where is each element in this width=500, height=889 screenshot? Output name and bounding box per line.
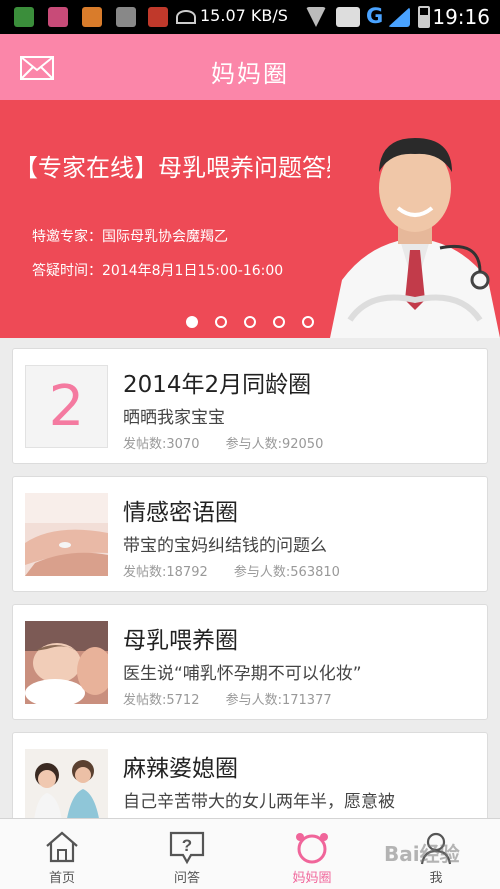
nav-label: 问答 [173,871,200,886]
circle-thumbnail [25,621,108,704]
svg-text:?: ? [182,836,192,855]
member-count: 参与人数:171377 [225,693,332,708]
banner-expert: 特邀专家：国际母乳协会魔羯乙 [32,229,228,245]
home-icon [46,831,78,863]
nav-qa[interactable]: ? 问答 [147,819,227,889]
circle-name: 情感密语圈 [123,500,238,526]
wifi-icon [176,10,196,24]
carousel-dot[interactable] [273,316,285,328]
member-count: 参与人数:563810 [233,565,340,580]
circle-desc: 自己辛苦带大的女儿两年半，愿意被 [123,792,395,812]
circle-thumbnail [25,493,108,576]
banner-title: 【专家在线】母乳喂养问题答疑 [14,154,350,182]
shield-icon [14,7,34,27]
circle-name: 母乳喂养圈 [123,628,238,654]
security-icon [82,7,102,27]
banner-time: 答疑时间：2014年8月1日15:00-16:00 [32,263,284,279]
circle-desc: 医生说“哺乳怀孕期不可以化妆” [123,664,362,684]
circle-name: 2014年2月同龄圈 [123,372,312,398]
circle-icon [296,833,328,864]
status-bar: 15.07 KB/S G 19:16 [0,0,500,34]
doctor-photo [330,130,500,338]
circle-desc: 带宝的宝妈纠结钱的问题么 [123,536,327,556]
question-icon: ? [169,831,205,865]
nav-label: 首页 [48,871,75,886]
circle-name: 麻辣婆媳圈 [123,756,238,782]
carousel-dot[interactable] [215,316,227,328]
carousel-indicator [186,316,314,328]
image-icon [116,7,136,27]
circle-card[interactable]: 情感密语圈 带宝的宝妈纠结钱的问题么 发帖数:18792 参与人数:563810 [12,476,488,592]
app-header: 妈妈圈 [0,34,500,100]
circle-card[interactable]: 母乳喂养圈 医生说“哺乳怀孕期不可以化妆” 发帖数:5712 参与人数:1713… [12,604,488,720]
circle-thumbnail: 2 [25,365,108,448]
nav-label: 我 [429,871,443,886]
watermark: Bai经验 [384,842,460,866]
carousel-dot[interactable] [186,316,198,328]
carousel-dot[interactable] [302,316,314,328]
carousel-dot[interactable] [244,316,256,328]
circle-stats: 发帖数:5712 参与人数:171377 [123,689,354,708]
circle-desc: 晒晒我家宝宝 [123,408,225,428]
nav-mama-circle[interactable]: 妈妈圈 [272,819,352,889]
signal-down-icon [306,7,326,27]
page-title: 妈妈圈 [211,60,289,88]
game-icon [148,7,168,27]
expert-banner[interactable]: 【专家在线】母乳喂养问题答疑 特邀专家：国际母乳协会魔羯乙 答疑时间：2014年… [0,100,500,338]
nav-home[interactable]: 首页 [22,819,102,889]
member-count: 参与人数:92050 [225,437,324,452]
post-count: 发帖数:18792 [123,565,208,580]
post-count: 发帖数:5712 [123,693,200,708]
battery-icon [418,6,430,28]
cell-signal-icon [388,7,410,27]
network-type: G [366,4,384,28]
nav-label: 妈妈圈 [292,871,332,886]
circle-stats: 发帖数:3070 参与人数:92050 [123,433,345,452]
signal-bars-icon [336,7,360,27]
app-notification-icon [48,7,68,27]
circle-stats: 发帖数:18792 参与人数:563810 [123,561,362,580]
network-speed: 15.07 KB/S [200,6,288,25]
post-count: 发帖数:3070 [123,437,200,452]
thumb-number: 2 [48,374,85,439]
clock: 19:16 [432,5,490,29]
circle-card[interactable]: 2 2014年2月同龄圈 晒晒我家宝宝 发帖数:3070 参与人数:92050 [12,348,488,464]
